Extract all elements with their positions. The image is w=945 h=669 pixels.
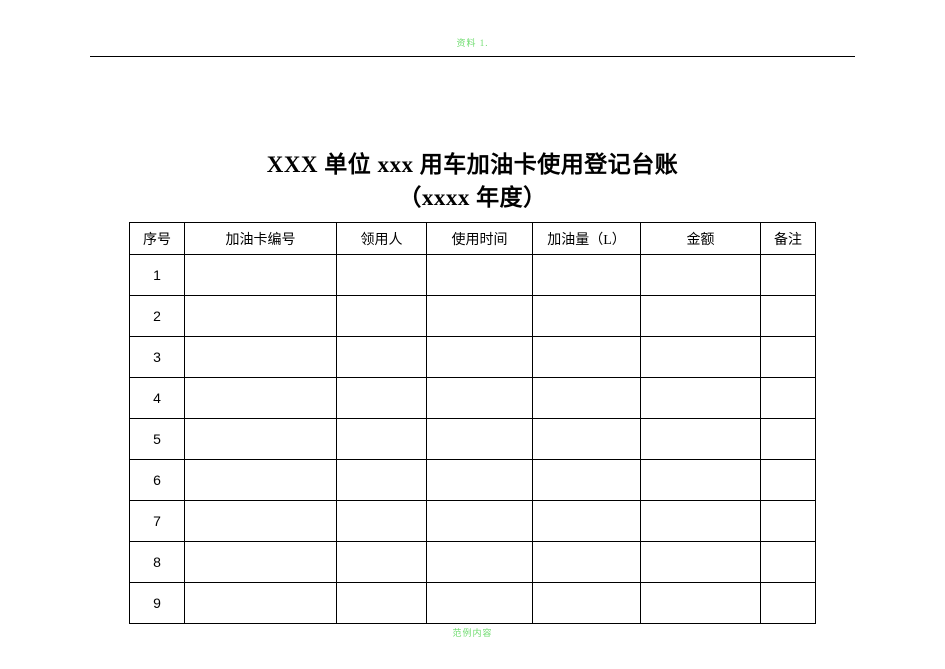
cell-amount [641, 583, 761, 624]
cell-user [337, 419, 427, 460]
cell-user [337, 337, 427, 378]
cell-volume [533, 296, 641, 337]
footer-watermark: 范例内容 [0, 626, 945, 639]
cell-volume [533, 501, 641, 542]
cell-seq: 1 [130, 255, 185, 296]
cell-time [427, 296, 533, 337]
cell-seq: 7 [130, 501, 185, 542]
cell-seq: 3 [130, 337, 185, 378]
cell-seq: 5 [130, 419, 185, 460]
cell-seq: 4 [130, 378, 185, 419]
title-block: XXX 单位 xxx 用车加油卡使用登记台账 （xxxx 年度） [0, 148, 945, 215]
cell-user [337, 501, 427, 542]
title-line-1: XXX 单位 xxx 用车加油卡使用登记台账 [0, 148, 945, 181]
page-root: 资料 1. XXX 单位 xxx 用车加油卡使用登记台账 （xxxx 年度） 序… [0, 0, 945, 669]
header-user: 领用人 [337, 223, 427, 255]
cell-volume [533, 419, 641, 460]
cell-time [427, 378, 533, 419]
table-row: 5 [130, 419, 816, 460]
table-row: 1 [130, 255, 816, 296]
header-watermark: 资料 1. [0, 36, 945, 49]
cell-user [337, 460, 427, 501]
cell-amount [641, 542, 761, 583]
cell-volume [533, 378, 641, 419]
cell-time [427, 460, 533, 501]
table-row: 7 [130, 501, 816, 542]
cell-amount [641, 419, 761, 460]
cell-user [337, 542, 427, 583]
cell-note [761, 460, 816, 501]
cell-note [761, 501, 816, 542]
cell-note [761, 296, 816, 337]
cell-note [761, 583, 816, 624]
table-body: 1 2 3 [130, 255, 816, 624]
header-amount: 金额 [641, 223, 761, 255]
cell-card [185, 419, 337, 460]
cell-seq: 8 [130, 542, 185, 583]
cell-card [185, 296, 337, 337]
cell-volume [533, 337, 641, 378]
cell-volume [533, 542, 641, 583]
cell-volume [533, 460, 641, 501]
cell-volume [533, 255, 641, 296]
table-row: 4 [130, 378, 816, 419]
cell-seq: 2 [130, 296, 185, 337]
cell-seq: 6 [130, 460, 185, 501]
table-row: 8 [130, 542, 816, 583]
cell-note [761, 378, 816, 419]
cell-card [185, 460, 337, 501]
cell-amount [641, 378, 761, 419]
cell-amount [641, 337, 761, 378]
cell-card [185, 378, 337, 419]
cell-card [185, 337, 337, 378]
table-row: 6 [130, 460, 816, 501]
cell-amount [641, 501, 761, 542]
cell-user [337, 378, 427, 419]
table-row: 3 [130, 337, 816, 378]
cell-card [185, 583, 337, 624]
cell-note [761, 255, 816, 296]
title-line-2: （xxxx 年度） [0, 181, 945, 214]
cell-card [185, 255, 337, 296]
cell-user [337, 296, 427, 337]
cell-time [427, 501, 533, 542]
cell-user [337, 255, 427, 296]
header-card: 加油卡编号 [185, 223, 337, 255]
header-volume: 加油量（L） [533, 223, 641, 255]
cell-time [427, 419, 533, 460]
cell-note [761, 337, 816, 378]
header-time: 使用时间 [427, 223, 533, 255]
cell-seq: 9 [130, 583, 185, 624]
cell-amount [641, 296, 761, 337]
table-header-row: 序号 加油卡编号 领用人 使用时间 加油量（L） 金额 备注 [130, 223, 816, 255]
cell-time [427, 583, 533, 624]
ledger-table: 序号 加油卡编号 领用人 使用时间 加油量（L） 金额 备注 1 2 [129, 222, 816, 624]
table-row: 2 [130, 296, 816, 337]
cell-time [427, 337, 533, 378]
cell-time [427, 542, 533, 583]
table-row: 9 [130, 583, 816, 624]
cell-note [761, 542, 816, 583]
cell-volume [533, 583, 641, 624]
cell-user [337, 583, 427, 624]
cell-card [185, 501, 337, 542]
cell-amount [641, 255, 761, 296]
cell-note [761, 419, 816, 460]
header-rule [90, 56, 855, 57]
cell-card [185, 542, 337, 583]
cell-time [427, 255, 533, 296]
header-seq: 序号 [130, 223, 185, 255]
header-note: 备注 [761, 223, 816, 255]
cell-amount [641, 460, 761, 501]
